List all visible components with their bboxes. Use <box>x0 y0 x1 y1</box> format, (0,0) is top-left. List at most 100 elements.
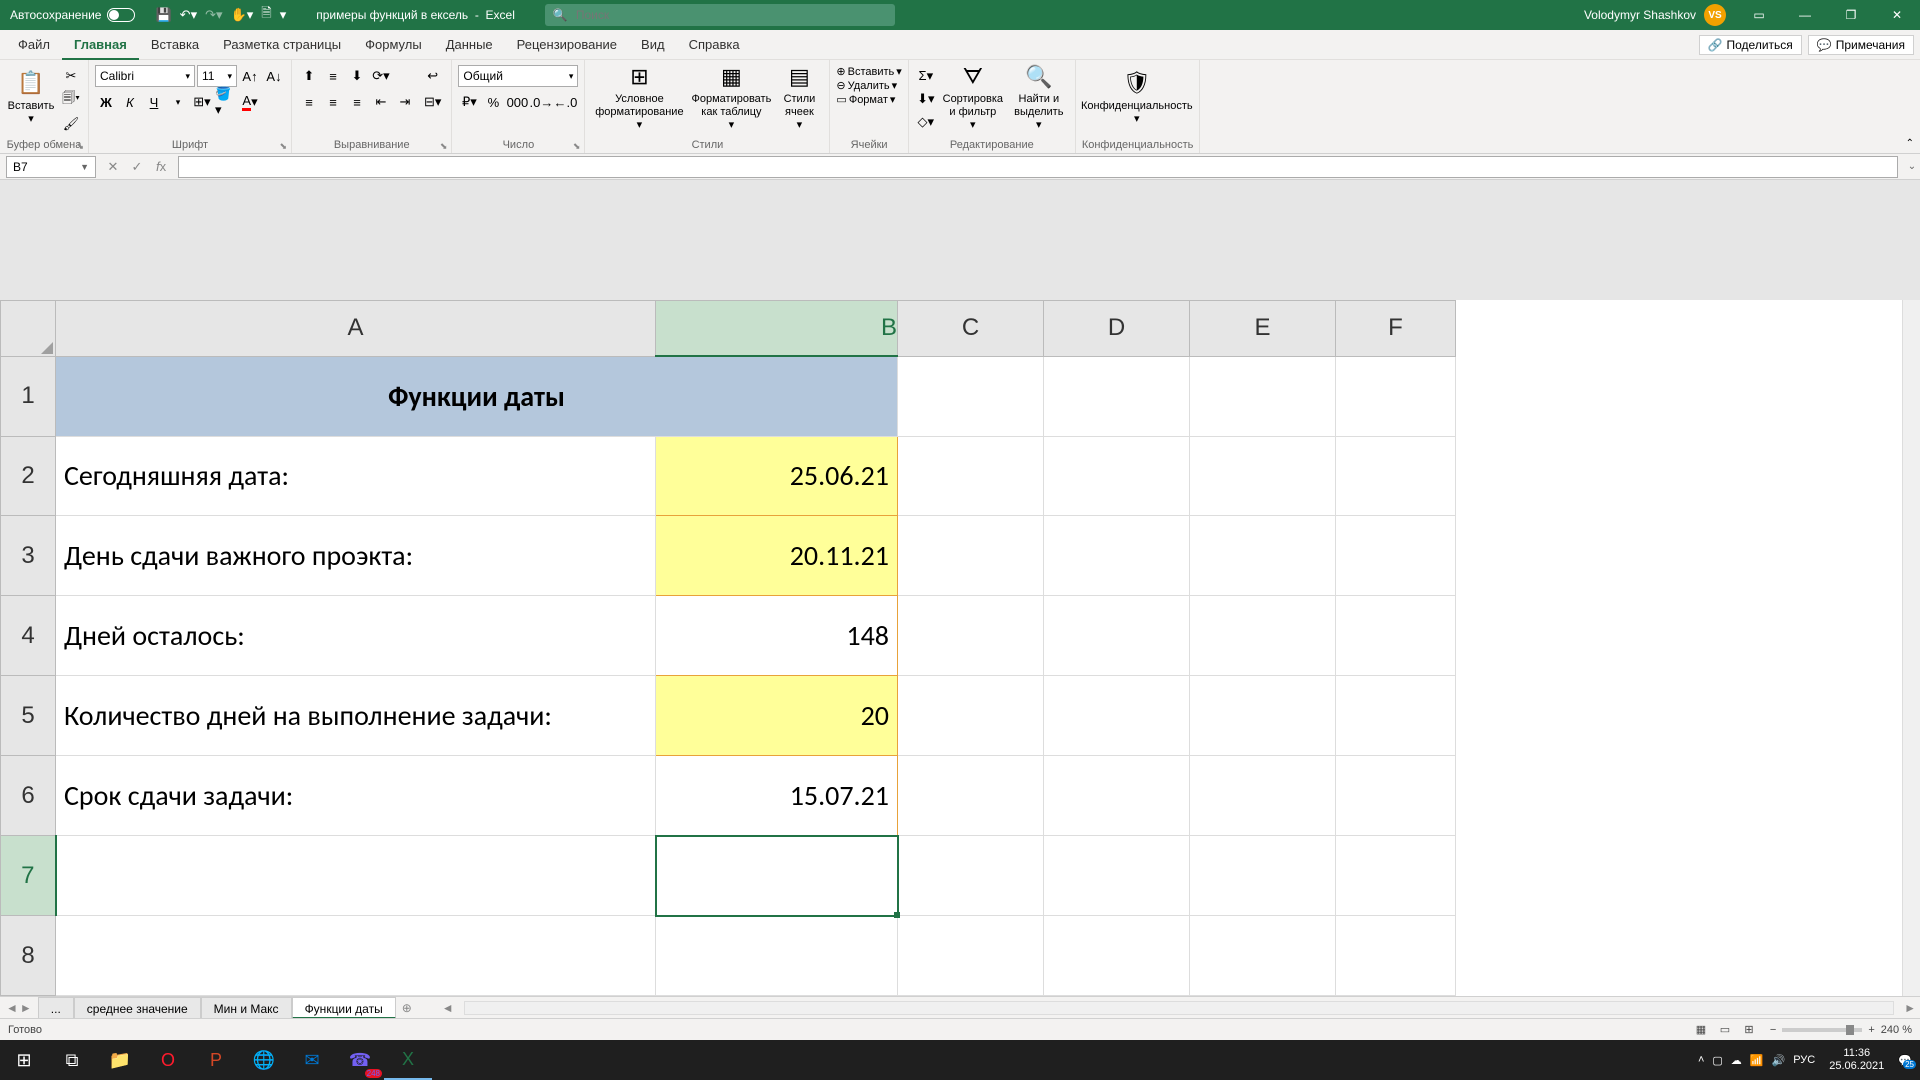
start-button[interactable]: ⊞ <box>0 1040 48 1080</box>
cell[interactable] <box>898 436 1044 516</box>
cell-a7[interactable] <box>56 836 656 916</box>
maximize-icon[interactable]: ❐ <box>1828 0 1874 30</box>
formula-bar[interactable] <box>178 156 1898 178</box>
cell-a4[interactable]: Дней осталось: <box>56 596 656 676</box>
new-sheet-icon[interactable]: ⊕ <box>396 1001 418 1015</box>
row-header-7[interactable]: 7 <box>1 836 56 916</box>
cell[interactable] <box>1190 436 1336 516</box>
cell[interactable] <box>898 836 1044 916</box>
quick-print-icon[interactable]: 🗎 <box>261 4 271 26</box>
undo-icon[interactable]: ↶▾ <box>180 7 197 23</box>
merge-icon[interactable]: ⊟▾ <box>420 91 445 113</box>
cell-b7-active[interactable] <box>656 836 898 916</box>
inc-decimal-icon[interactable]: .0→ <box>530 91 552 113</box>
cell[interactable] <box>1044 436 1190 516</box>
indent-dec-icon[interactable]: ⇤ <box>370 91 392 113</box>
touch-mode-icon[interactable]: ✋▾ <box>231 7 254 23</box>
currency-icon[interactable]: ₽▾ <box>458 91 480 113</box>
comma-icon[interactable]: 000 <box>506 91 528 113</box>
cell[interactable] <box>898 596 1044 676</box>
minimize-icon[interactable]: — <box>1782 0 1828 30</box>
sheet-tab-dates[interactable]: Функции даты <box>292 997 396 1019</box>
row-header-5[interactable]: 5 <box>1 676 56 756</box>
cell[interactable] <box>1336 916 1456 996</box>
bold-button[interactable]: Ж <box>95 91 117 113</box>
align-left-icon[interactable]: ≡ <box>298 91 320 113</box>
italic-button[interactable]: К <box>119 91 141 113</box>
comments-button[interactable]: 💬Примечания <box>1808 35 1914 55</box>
row-header-2[interactable]: 2 <box>1 436 56 516</box>
cell-b3[interactable]: 20.11.21 <box>656 516 898 596</box>
conditional-formatting-button[interactable]: ⊞ Условное форматирование▾ <box>591 65 687 131</box>
outlook-icon[interactable]: ✉ <box>288 1040 336 1080</box>
cell[interactable] <box>1044 516 1190 596</box>
format-cells-button[interactable]: ▭Формат▾ <box>836 93 901 106</box>
ribbon-display-icon[interactable]: ▭ <box>1736 0 1782 30</box>
cell[interactable] <box>1336 836 1456 916</box>
cell[interactable] <box>1044 756 1190 836</box>
zoom-level[interactable]: 240 % <box>1881 1024 1912 1036</box>
cell-a6[interactable]: Срок сдачи задачи: <box>56 756 656 836</box>
cell[interactable] <box>1044 836 1190 916</box>
tab-view[interactable]: Вид <box>629 30 677 60</box>
cell[interactable] <box>1190 836 1336 916</box>
meet-now-icon[interactable]: ▢ <box>1712 1054 1722 1067</box>
cell[interactable] <box>1044 596 1190 676</box>
sheet-tab-avg[interactable]: среднее значение <box>74 997 201 1019</box>
fill-color-icon[interactable]: 🪣▾ <box>215 91 237 113</box>
cell-styles-button[interactable]: ▤ Стили ячеек▾ <box>775 65 823 131</box>
viber-icon[interactable]: ☎248 <box>336 1040 384 1080</box>
cell[interactable] <box>1336 756 1456 836</box>
page-layout-view-icon[interactable]: ▭ <box>1714 1023 1736 1036</box>
select-all-corner[interactable] <box>1 301 56 357</box>
tab-home[interactable]: Главная <box>62 30 139 60</box>
enter-formula-icon[interactable]: ✓ <box>126 159 148 175</box>
cell-a5[interactable]: Количество дней на выполнение задачи: <box>56 676 656 756</box>
user-account[interactable]: Volodymyr Shashkov VS <box>1574 4 1736 26</box>
tray-overflow-icon[interactable]: ˄ <box>1698 1054 1704 1066</box>
volume-icon[interactable]: 🔊 <box>1772 1054 1786 1067</box>
row-header-6[interactable]: 6 <box>1 756 56 836</box>
cell[interactable] <box>898 356 1044 436</box>
tab-data[interactable]: Данные <box>434 30 505 60</box>
align-bottom-icon[interactable]: ⬇ <box>346 65 368 87</box>
tab-review[interactable]: Рецензирование <box>505 30 629 60</box>
sheet-nav-prev-icon[interactable]: ◄ <box>6 1001 18 1015</box>
file-explorer-icon[interactable]: 📁 <box>96 1040 144 1080</box>
opera-icon[interactable]: O <box>144 1040 192 1080</box>
redo-icon[interactable]: ↷▾ <box>205 7 222 23</box>
onedrive-icon[interactable]: ☁ <box>1731 1054 1742 1067</box>
cancel-formula-icon[interactable]: ✕ <box>102 159 124 175</box>
cell[interactable] <box>1190 596 1336 676</box>
horizontal-scrollbar[interactable] <box>464 1001 1895 1015</box>
cell[interactable] <box>1336 596 1456 676</box>
row-header-4[interactable]: 4 <box>1 596 56 676</box>
cell[interactable] <box>898 676 1044 756</box>
cell-b4[interactable]: 148 <box>656 596 898 676</box>
tab-help[interactable]: Справка <box>677 30 752 60</box>
col-header-e[interactable]: E <box>1190 301 1336 357</box>
fill-icon[interactable]: ⬇▾ <box>915 88 937 110</box>
font-color-icon[interactable]: A▾ <box>239 91 261 113</box>
underline-button[interactable]: Ч <box>143 91 165 113</box>
insert-cells-button[interactable]: ⊕Вставить▾ <box>836 65 901 78</box>
name-box[interactable]: B7 ▼ <box>6 156 96 178</box>
chrome-icon[interactable]: 🌐 <box>240 1040 288 1080</box>
tab-file[interactable]: Файл <box>6 30 62 60</box>
align-middle-icon[interactable]: ≡ <box>322 65 344 87</box>
page-break-view-icon[interactable]: ⊞ <box>1738 1023 1760 1036</box>
sensitivity-button[interactable]: 🛡 Конфиденциальность▾ <box>1082 65 1192 131</box>
qat-customize-icon[interactable]: ▾ <box>280 7 287 23</box>
indent-inc-icon[interactable]: ⇥ <box>394 91 416 113</box>
sheet-tab-minmax[interactable]: Мин и Макс <box>201 997 292 1019</box>
spreadsheet-grid[interactable]: A B C D E F 1 Функции даты 2 Сегодняшняя… <box>0 300 1456 996</box>
cell[interactable] <box>1044 676 1190 756</box>
cell-b5[interactable]: 20 <box>656 676 898 756</box>
cell-a2[interactable]: Сегодняшняя дата: <box>56 436 656 516</box>
collapse-ribbon-icon[interactable]: ⌃ <box>1906 138 1914 149</box>
cell[interactable] <box>898 516 1044 596</box>
align-top-icon[interactable]: ⬆ <box>298 65 320 87</box>
powerpoint-icon[interactable]: P <box>192 1040 240 1080</box>
align-right-icon[interactable]: ≡ <box>346 91 368 113</box>
cell[interactable] <box>1190 756 1336 836</box>
